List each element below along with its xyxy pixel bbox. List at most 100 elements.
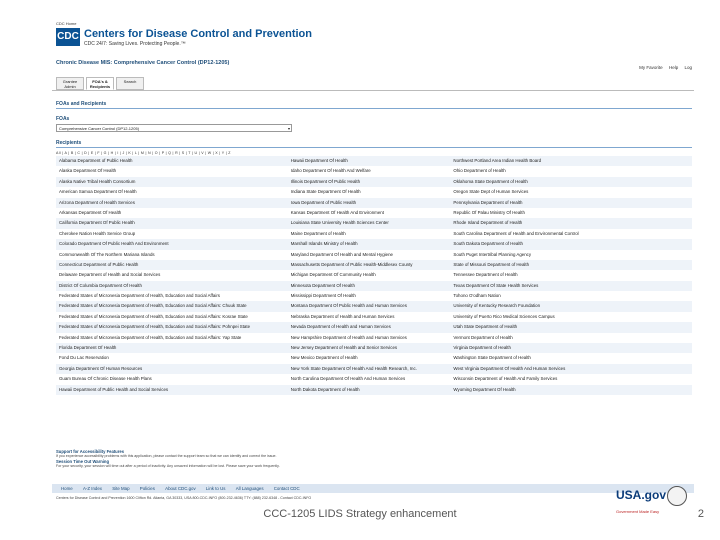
tab-divider bbox=[52, 90, 694, 91]
recipient-link[interactable]: Colorado Department Of Public Health And… bbox=[56, 239, 288, 249]
recipient-link[interactable]: District Of Columbia Department Of Healt… bbox=[56, 281, 288, 291]
recipient-link[interactable]: Hawaii Department of Public Health and S… bbox=[56, 385, 288, 395]
recipient-link[interactable]: Commonwealth Of The Northern Mariana Isl… bbox=[56, 250, 288, 260]
table-row: Connecticut Department of Public Health M… bbox=[56, 259, 692, 271]
recipient-link[interactable]: Federated States of Micronesia Departmen… bbox=[56, 301, 288, 311]
recipient-link[interactable]: Maine Department of Health bbox=[288, 229, 451, 239]
recipient-link[interactable]: New Mexico Department of Health bbox=[288, 353, 451, 363]
recipient-link[interactable]: Federated States of Micronesia Departmen… bbox=[56, 291, 288, 301]
slide-page-number: 2 bbox=[697, 508, 704, 520]
recipient-link[interactable]: Vermont Department of Health bbox=[450, 333, 692, 343]
recipient-link[interactable]: Washington State Department of Health bbox=[450, 353, 692, 363]
table-row: Florida Department Of Health New Jersey D… bbox=[56, 343, 692, 354]
recipient-link[interactable]: Oklahoma State Department of Health bbox=[450, 177, 692, 187]
recipient-link[interactable]: Republic Of Palau Ministry Of Health bbox=[450, 208, 692, 218]
recipient-link[interactable]: Delaware Department of Health and Social… bbox=[56, 270, 288, 280]
recipient-link[interactable]: Illinois Department Of Public Health bbox=[288, 177, 451, 187]
recipient-link[interactable]: Nevada Department of Health and Human Se… bbox=[288, 322, 451, 332]
tab-foas-recipients[interactable]: FOA's & Recipients bbox=[86, 77, 114, 90]
recipient-link[interactable]: South Carolina Department of Health and … bbox=[450, 229, 692, 239]
recipient-link[interactable]: Ohio Department of Health bbox=[450, 166, 692, 176]
notes: Support for Accessibility Features If yo… bbox=[56, 449, 692, 468]
recipient-link[interactable]: Texas Department Of State Health Service… bbox=[450, 281, 692, 291]
recipient-link[interactable]: Nebraska Department of Health and Human … bbox=[288, 312, 451, 322]
recipient-link[interactable]: Minnesota Department Of Health bbox=[288, 281, 451, 291]
recipient-link[interactable]: Michigan Department Of Community Health bbox=[288, 270, 451, 280]
section-foas-recipients: FOAs and Recipients bbox=[56, 101, 107, 107]
recipient-link[interactable]: Maryland Department Of Health and Mental… bbox=[288, 250, 451, 260]
recipient-link[interactable]: Rhode Island Department of Health bbox=[450, 218, 692, 228]
recipient-link[interactable]: Montana Department Of Public Health and … bbox=[288, 301, 451, 311]
recipient-link[interactable]: New Jersey Department of Health and Seni… bbox=[288, 343, 451, 353]
recipient-link[interactable]: Fond Du Lac Reservation bbox=[56, 353, 288, 363]
footer-link[interactable]: All Languages bbox=[236, 486, 264, 491]
footer-link[interactable]: Home bbox=[61, 486, 73, 491]
recipient-link[interactable]: Alabama Department of Public Health bbox=[56, 156, 288, 166]
recipient-link[interactable]: Pennsylvania Department of Health bbox=[450, 198, 692, 208]
recipient-link[interactable]: South Puget Intertribal Planning Agency bbox=[450, 250, 692, 260]
recipient-link[interactable]: Marshall Islands Ministry of Health bbox=[288, 239, 451, 249]
recipient-link[interactable]: American Samoa Department Of Health bbox=[56, 187, 288, 197]
recipient-link[interactable]: Federated States of Micronesia Departmen… bbox=[56, 312, 288, 322]
recipient-link[interactable]: South Dakota Department of Health bbox=[450, 239, 692, 249]
tab-search[interactable]: Search bbox=[116, 77, 144, 90]
recipient-link[interactable]: New York State Department Of Health And … bbox=[288, 364, 451, 374]
recipient-link[interactable]: Virginia Department of Health bbox=[450, 343, 692, 353]
recipient-link[interactable]: Arkansas Department Of Health bbox=[56, 208, 288, 218]
recipient-link[interactable]: Cherokee Nation Health Service Group bbox=[56, 229, 288, 239]
recipient-link[interactable]: Northwest Portland Area Indian Health Bo… bbox=[450, 156, 692, 166]
table-row: Federated States of Micronesia Departmen… bbox=[56, 291, 692, 301]
recipient-link[interactable]: Tennessee Department of Health bbox=[450, 270, 692, 280]
cdc-logo[interactable]: CDC bbox=[56, 28, 80, 46]
recipient-link[interactable]: Arizona Department of Health Services bbox=[56, 198, 288, 208]
recipient-link[interactable]: Federated States of Micronesia Departmen… bbox=[56, 322, 288, 332]
recipient-link[interactable]: University of Puerto Rico Medical Scienc… bbox=[450, 312, 692, 322]
table-row: District Of Columbia Department Of Healt… bbox=[56, 280, 692, 292]
recipient-link[interactable]: State of Missouri Department of Health bbox=[450, 260, 692, 270]
recipient-link[interactable]: Utah State Department of Health bbox=[450, 322, 692, 332]
recipient-link[interactable]: Massachusetts Department of Public Healt… bbox=[288, 260, 451, 270]
table-row: Federated States of Micronesia Departmen… bbox=[56, 301, 692, 312]
table-row: Delaware Department of Health and Social… bbox=[56, 270, 692, 280]
recipient-link[interactable]: Idaho Department Of Health And Welfare bbox=[288, 166, 451, 176]
recipient-link[interactable]: Alaska Department Of Health bbox=[56, 166, 288, 176]
recipient-link[interactable]: Federated States of Micronesia Departmen… bbox=[56, 333, 288, 343]
recipient-link[interactable]: Georgia Department Of Human Resources bbox=[56, 364, 288, 374]
recipient-link[interactable]: Indiana State Department Of Health bbox=[288, 187, 451, 197]
footer-link[interactable]: About CDC.gov bbox=[165, 486, 196, 491]
footer-link[interactable]: A-Z Index bbox=[83, 486, 102, 491]
table-row: Alabama Department of Public Health Hawai… bbox=[56, 156, 692, 167]
recipient-link[interactable]: Alaska Native Tribal Health Consortium bbox=[56, 177, 288, 187]
cdc-home-link[interactable]: CDC Home bbox=[56, 21, 76, 26]
favorite-link[interactable]: My Favorite bbox=[639, 65, 663, 70]
recipient-link[interactable]: Guam Bureau Of Chronic Disease Health Pl… bbox=[56, 374, 288, 384]
section-rule bbox=[56, 147, 692, 148]
recipient-link[interactable]: Hawaii Department Of Health bbox=[288, 156, 451, 166]
recipient-link[interactable]: Florida Department Of Health bbox=[56, 343, 288, 353]
recipient-link[interactable]: Louisiana State University Health Scienc… bbox=[288, 218, 451, 228]
tab-grantee-admin[interactable]: Grantee Admin bbox=[56, 77, 84, 90]
footer-link[interactable]: Link to Us bbox=[206, 486, 226, 491]
recipient-link[interactable]: New Hampshire Department of Health and H… bbox=[288, 333, 451, 343]
chevron-down-icon: ▾ bbox=[287, 126, 290, 131]
recipient-link[interactable]: Wyoming Department Of Health bbox=[450, 385, 692, 395]
alpha-filter-links[interactable]: All | A | B | C | D | E | F | G | H | I … bbox=[56, 151, 231, 155]
recipient-link[interactable]: Kansas Department Of Health And Environm… bbox=[288, 208, 451, 218]
recipient-link[interactable]: West Virginia Department Of Health And H… bbox=[450, 364, 692, 374]
recipient-link[interactable]: University of Kentucky Research Foundati… bbox=[450, 301, 692, 311]
recipient-link[interactable]: North Dakota Department of Health bbox=[288, 385, 451, 395]
recipient-link[interactable]: Iowa Department of Public Health bbox=[288, 198, 451, 208]
recipient-link[interactable]: Oregon State Dept of Human Services bbox=[450, 187, 692, 197]
footer-link[interactable]: Contact CDC bbox=[274, 486, 300, 491]
log-link[interactable]: Log bbox=[684, 65, 692, 70]
recipient-link[interactable]: Mississippi Department Of Health bbox=[288, 291, 451, 301]
recipient-link[interactable]: Wisconsin Department of Health And Famil… bbox=[450, 374, 692, 384]
footer-link[interactable]: Policies bbox=[140, 486, 155, 491]
recipient-link[interactable]: North Carolina Department Of Health And … bbox=[288, 374, 451, 384]
help-link[interactable]: Help bbox=[669, 65, 678, 70]
recipient-link[interactable]: California Department Of Public Health bbox=[56, 218, 288, 228]
recipient-link[interactable]: Connecticut Department of Public Health bbox=[56, 260, 288, 270]
footer-link[interactable]: Site Map bbox=[112, 486, 129, 491]
foa-select[interactable]: Comprehensive Cancer Control (DP12-1205)… bbox=[56, 124, 292, 132]
recipient-link[interactable]: Tohono O'odham Nation bbox=[450, 291, 692, 301]
